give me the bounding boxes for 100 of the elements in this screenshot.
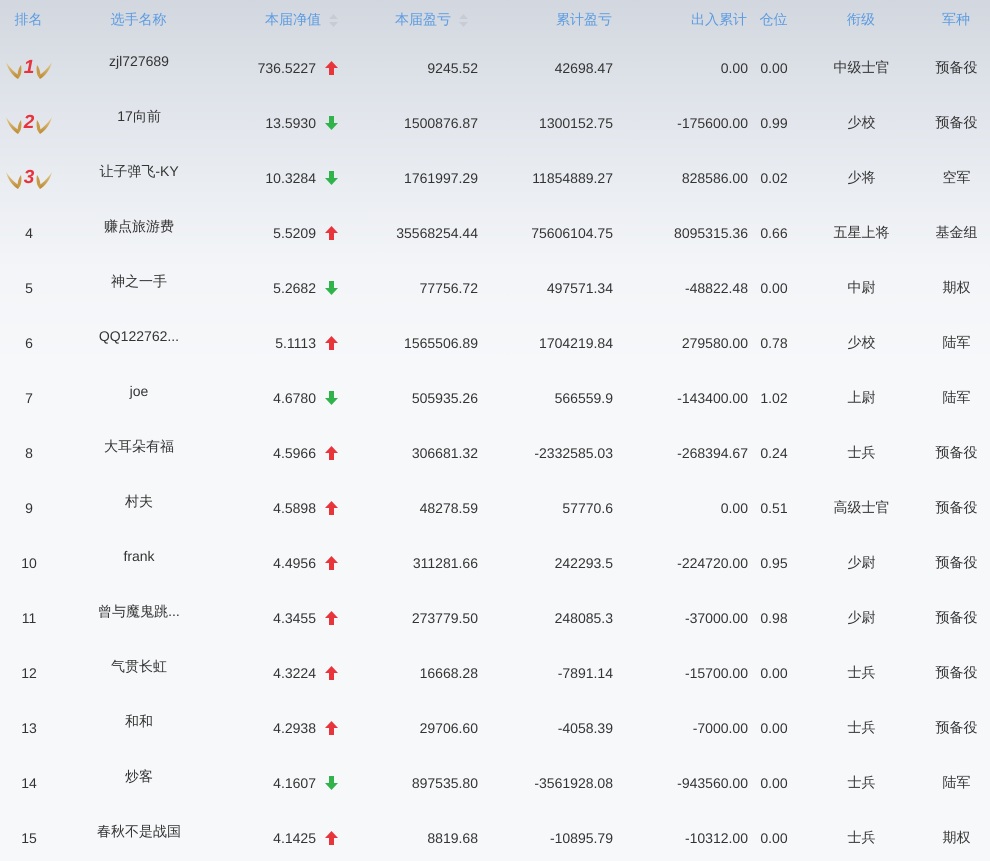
player-name: 村夫 (125, 493, 153, 511)
table-cell: 0.99 (760, 114, 788, 130)
table-cell: 少校 (848, 334, 876, 352)
table-cell: -175600.00 (677, 114, 748, 130)
table-cell: 279580.00 (682, 334, 748, 350)
table-cell: 少将 (848, 168, 876, 186)
column-header: 仓位 (760, 11, 788, 29)
table-cell: 8095315.36 (674, 224, 748, 240)
table-cell: 预备役 (936, 554, 978, 572)
player-name: frank (123, 548, 155, 564)
net-value: 4.5898 (273, 500, 316, 516)
table-cell: 828586.00 (682, 170, 748, 186)
table-cell: 0.24 (760, 444, 788, 460)
player-name: 神之一手 (111, 273, 167, 291)
table-cell: 42698.47 (554, 60, 613, 76)
rank-number: 7 (25, 390, 33, 406)
rank-number: 6 (25, 334, 33, 350)
table-cell: 陆军 (942, 334, 970, 352)
table-cell: 预备役 (936, 718, 978, 736)
column-header[interactable]: 本届净值 (265, 11, 321, 29)
table-cell: 273779.50 (412, 610, 478, 626)
table-cell: 897535.80 (412, 774, 478, 790)
net-value: 5.2682 (273, 280, 316, 296)
rank-number: 5 (25, 280, 33, 296)
table-cell: -37000.00 (684, 610, 748, 626)
rank-number: 4 (25, 224, 33, 240)
rank-number: 14 (21, 774, 37, 790)
table-cell: 1.02 (760, 390, 788, 406)
table-cell: -10312.00 (684, 830, 748, 846)
net-value: 13.5930 (265, 114, 316, 130)
table-cell: 311281.66 (412, 554, 478, 570)
table-cell: 预备役 (936, 114, 978, 132)
rank-number: 15 (21, 830, 37, 846)
player-name: zjl727689 (109, 53, 169, 69)
rank-number: 8 (25, 444, 33, 460)
table-cell: 0.00 (760, 280, 788, 296)
table-cell: 0.00 (720, 500, 748, 516)
rank-number: 9 (25, 500, 33, 516)
table-cell: 0.00 (720, 60, 748, 76)
player-name: 17向前 (117, 108, 161, 126)
player-name: 炒客 (125, 768, 153, 786)
table-cell: 16668.28 (420, 664, 478, 680)
rank-number: 11 (22, 610, 36, 626)
rank-number: 12 (21, 664, 37, 680)
table-cell: 期权 (942, 278, 970, 296)
table-cell: 中级士官 (834, 58, 890, 76)
column-header: 累计盈亏 (556, 11, 612, 29)
table-cell: 高级士官 (834, 498, 890, 516)
net-value: 4.3455 (273, 610, 316, 626)
table-cell: 0.00 (760, 830, 788, 846)
rank-number: 10 (21, 554, 37, 570)
table-cell: 0.02 (760, 170, 788, 186)
player-name: 赚点旅游费 (104, 218, 174, 236)
table-cell: 预备役 (936, 664, 978, 682)
table-cell: 8819.68 (427, 830, 478, 846)
table-cell: -15700.00 (684, 664, 748, 680)
player-name: QQ122762... (98, 328, 180, 344)
table-cell: 预备役 (936, 498, 978, 516)
table-cell: 中尉 (848, 278, 876, 296)
table-cell: -4058.39 (558, 720, 613, 736)
table-cell: -143400.00 (677, 390, 748, 406)
net-value: 4.2938 (273, 720, 316, 736)
table-cell: 上尉 (848, 388, 876, 406)
table-cell: 505935.26 (412, 390, 478, 406)
table-cell: 75606104.75 (531, 224, 613, 240)
table-cell: 29706.60 (420, 720, 478, 736)
rank-number: 2 (24, 112, 34, 134)
table-cell: 242293.5 (554, 554, 613, 570)
table-cell: 566559.9 (554, 390, 613, 406)
table-cell: 1500876.87 (404, 114, 478, 130)
rank-number: 13 (21, 720, 37, 736)
column-header[interactable]: 本届盈亏 (395, 11, 451, 29)
net-value: 4.1607 (273, 774, 316, 790)
table-cell: 306681.32 (412, 444, 478, 460)
table-cell: 0.00 (760, 774, 788, 790)
table-cell: 0.66 (760, 224, 788, 240)
table-cell: 士兵 (848, 444, 876, 462)
table-cell: -10895.79 (550, 830, 613, 846)
player-name: 和和 (125, 713, 153, 731)
table-cell: 士兵 (848, 718, 876, 736)
player-name: 让子弹飞-KY (99, 163, 179, 181)
table-cell: 士兵 (848, 828, 876, 846)
table-cell: 9245.52 (427, 60, 478, 76)
table-cell: 77756.72 (420, 280, 478, 296)
table-cell: 少校 (848, 114, 876, 132)
table-cell: 0.51 (760, 500, 788, 516)
player-name: 曾与魔鬼跳... (98, 603, 180, 621)
table-cell: 1704219.84 (539, 334, 613, 350)
table-cell: 少尉 (848, 608, 876, 626)
column-header: 军种 (942, 11, 970, 29)
table-cell: 预备役 (936, 608, 978, 626)
table-cell: 48278.59 (420, 500, 478, 516)
table-cell: -224720.00 (677, 554, 748, 570)
table-cell: 1565506.89 (404, 334, 478, 350)
table-cell: 0.00 (760, 664, 788, 680)
table-cell: 预备役 (936, 58, 978, 76)
table-cell: 248085.3 (554, 610, 613, 626)
table-cell: -2332585.03 (534, 444, 613, 460)
table-cell: -7000.00 (692, 720, 748, 736)
rank-number: 1 (24, 56, 34, 78)
